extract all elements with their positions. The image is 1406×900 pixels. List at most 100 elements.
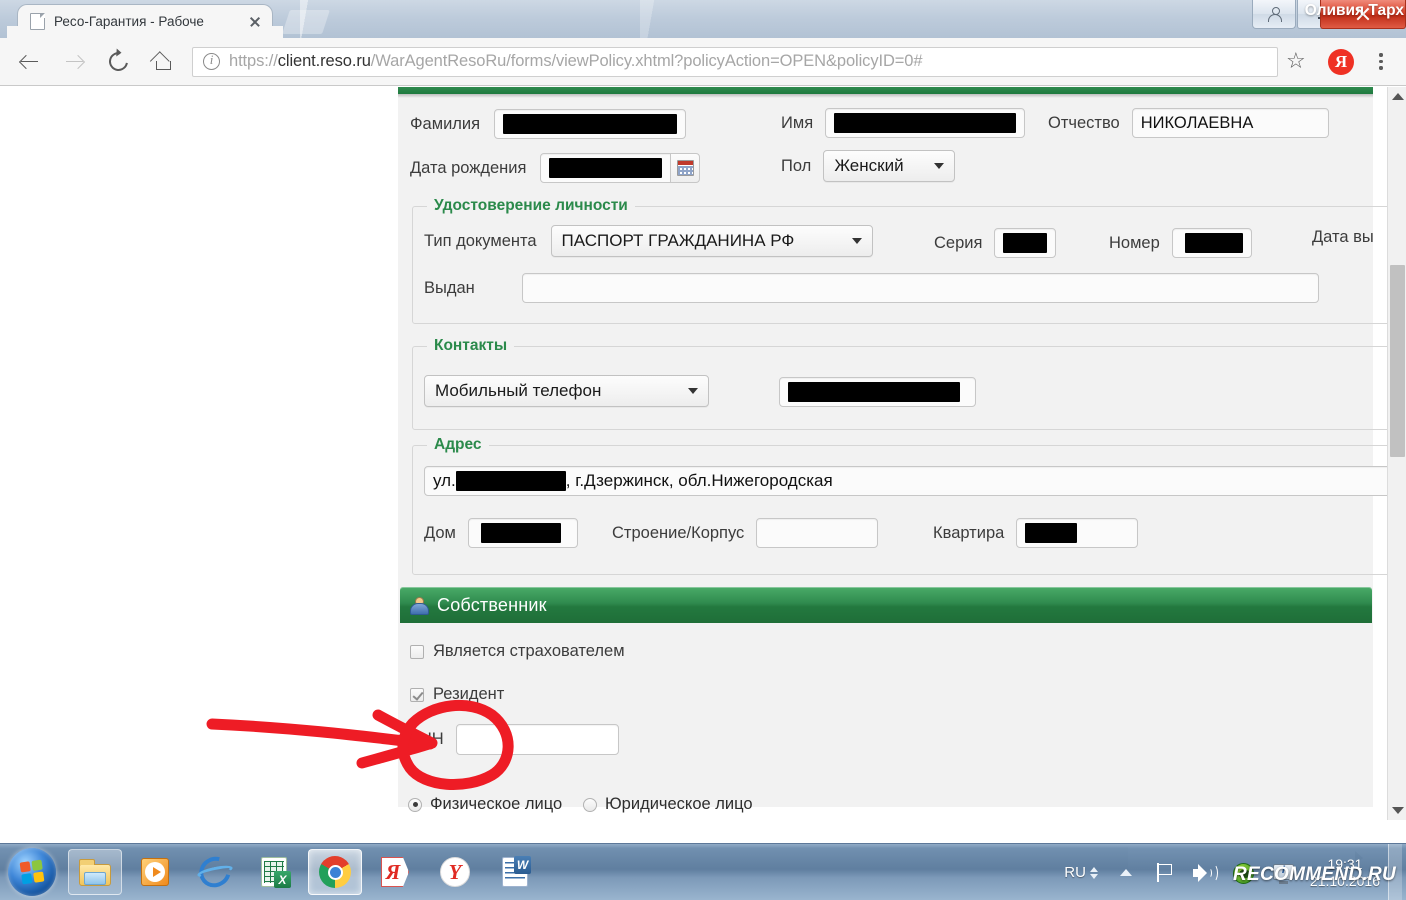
forward-arrow-icon — [64, 52, 84, 72]
surname-field-group: Фамилия — [410, 109, 687, 139]
user-account-icon — [1268, 7, 1282, 22]
site-info-icon[interactable] — [203, 52, 220, 70]
google-chrome-icon — [318, 855, 352, 889]
close-tab-icon[interactable] — [246, 13, 264, 31]
issuedby-input[interactable] — [521, 273, 1319, 303]
taskbar-items: X Я Y W — [68, 849, 542, 895]
redacted-firstname — [834, 113, 1017, 133]
resident-row[interactable]: Резидент — [410, 685, 504, 704]
redacted-house — [480, 523, 561, 543]
resident-checkbox[interactable] — [410, 687, 424, 702]
inn-input[interactable] — [455, 724, 619, 755]
number-label: Номер — [1109, 233, 1160, 252]
browser-tab[interactable]: Ресо-Гарантия - Рабоче — [7, 5, 283, 38]
surname-input[interactable] — [494, 109, 687, 139]
calendar-picker-button[interactable] — [670, 153, 701, 183]
flag-icon[interactable] — [1151, 860, 1177, 886]
taskbar-item-excel[interactable]: X — [248, 849, 302, 895]
entity-legal-radio[interactable] — [583, 797, 597, 812]
tray-language-indicator[interactable]: RU — [1064, 864, 1086, 881]
browser-tab-strip: Ресо-Гарантия - Рабоче Оливия Тарх — [0, 0, 1406, 38]
address-bar-url: https://client.reso.ru/WarAgentResoRu/fo… — [229, 52, 923, 71]
three-dot-menu-icon[interactable] — [1366, 45, 1396, 79]
entity-legal-label: Юридическое лицо — [605, 795, 753, 813]
windows-media-player-icon — [138, 855, 172, 889]
number-input[interactable] — [1171, 228, 1252, 258]
calendar-icon — [676, 160, 694, 176]
url-host: client.reso.ru — [277, 52, 371, 70]
doctype-select[interactable]: ПАСПОРТ ГРАЖДАНИНА РФ — [550, 225, 873, 257]
address-fieldset: Адрес — [412, 436, 1406, 575]
series-input[interactable] — [994, 228, 1057, 258]
entity-individual-row[interactable]: Физическое лицо — [408, 795, 562, 814]
vertical-scrollbar[interactable] — [1387, 87, 1406, 820]
language-switch-arrows-icon[interactable] — [1089, 866, 1098, 879]
is-policyholder-label: Является страхователем — [433, 642, 625, 660]
address-bar[interactable]: https://client.reso.ru/WarAgentResoRu/fo… — [192, 46, 1278, 77]
owner-section-header: Собственник — [400, 587, 1372, 623]
contact-type-value: Мобильный телефон — [435, 381, 602, 400]
reload-button[interactable] — [100, 44, 136, 80]
microsoft-excel-icon: X — [258, 855, 292, 889]
scroll-down-arrow[interactable] — [1388, 801, 1406, 820]
panel-topbar-shadow — [398, 94, 1373, 98]
firstname-field-group: Имя — [781, 108, 1026, 138]
new-tab-button[interactable] — [282, 10, 330, 34]
forward-button[interactable] — [56, 44, 92, 80]
flat-input[interactable] — [1016, 518, 1139, 548]
contact-type-select[interactable]: Мобильный телефон — [424, 375, 709, 407]
is-policyholder-checkbox[interactable] — [410, 644, 424, 659]
home-button[interactable] — [144, 44, 180, 80]
phone-input[interactable] — [779, 377, 976, 407]
taskbar-item-yandex[interactable]: Y — [428, 849, 482, 895]
screen-root: Ресо-Гарантия - Рабоче Оливия Тарх i htt… — [0, 0, 1406, 900]
taskbar-item-chrome[interactable] — [308, 849, 362, 895]
show-hidden-icons-arrow[interactable] — [1119, 869, 1132, 876]
back-button[interactable] — [12, 44, 48, 80]
building-field-group: Строение/Корпус — [612, 518, 879, 548]
birthdate-field-group: Дата рождения — [410, 153, 701, 183]
redacted-flat — [1025, 523, 1078, 543]
taskbar-item-media-player[interactable] — [128, 849, 182, 895]
taskbar-item-file-explorer[interactable] — [68, 849, 122, 895]
house-input[interactable] — [467, 518, 578, 548]
watermark-username: Оливия Тарх — [1304, 2, 1404, 19]
contacts-legend: Контакты — [427, 337, 515, 355]
building-label: Строение/Корпус — [612, 523, 745, 542]
gender-select[interactable]: Женский — [823, 150, 956, 182]
chevron-down-icon — [688, 388, 698, 394]
windows-taskbar: X Я Y W RU 19: — [0, 843, 1406, 900]
taskbar-item-word[interactable]: W — [488, 849, 542, 895]
birthdate-label: Дата рождения — [410, 158, 527, 177]
redacted-surname — [503, 114, 678, 134]
entity-legal-row[interactable]: Юридическое лицо — [583, 795, 753, 814]
windows-start-icon[interactable] — [8, 848, 56, 896]
house-field-group: Дом — [424, 518, 578, 548]
yandex-extension-icon[interactable]: Я — [1328, 48, 1354, 75]
flat-field-group: Квартира — [933, 518, 1139, 548]
redacted-series — [1003, 233, 1048, 253]
taskbar-item-internet-explorer[interactable] — [188, 849, 242, 895]
volume-icon[interactable] — [1191, 860, 1218, 886]
doctype-field-group: Тип документа ПАСПОРТ ГРАЖДАНИНА РФ — [424, 225, 873, 257]
patronymic-input[interactable]: НИКОЛАЕВНА — [1131, 108, 1329, 138]
surname-label: Фамилия — [410, 114, 481, 133]
user-account-button[interactable] — [1252, 0, 1296, 29]
building-input[interactable] — [756, 518, 879, 548]
taskbar-item-yandex-browser[interactable]: Я — [368, 849, 422, 895]
firstname-label: Имя — [781, 113, 814, 132]
address-input[interactable]: ул. , г.Дзержинск, обл.Нижегородская — [424, 466, 1399, 496]
entity-individual-radio[interactable] — [408, 797, 422, 812]
back-arrow-icon — [20, 52, 40, 72]
bookmark-button[interactable] — [1280, 45, 1314, 79]
page-favicon-icon — [30, 13, 45, 30]
address-legend: Адрес — [427, 436, 489, 454]
policy-form-panel: Фамилия Имя Отчество НИКОЛАЕВНА Дата рож… — [398, 87, 1406, 813]
vertical-scroll-thumb[interactable] — [1390, 265, 1405, 457]
is-policyholder-row[interactable]: Является страхователем — [410, 642, 625, 661]
browser-toolbar: https://client.reso.ru/WarAgentResoRu/fo… — [0, 38, 1406, 86]
firstname-input[interactable] — [825, 108, 1026, 138]
scroll-up-arrow[interactable] — [1388, 87, 1406, 106]
birthdate-input[interactable] — [540, 153, 672, 183]
inn-field-group: ИНН — [408, 724, 619, 755]
